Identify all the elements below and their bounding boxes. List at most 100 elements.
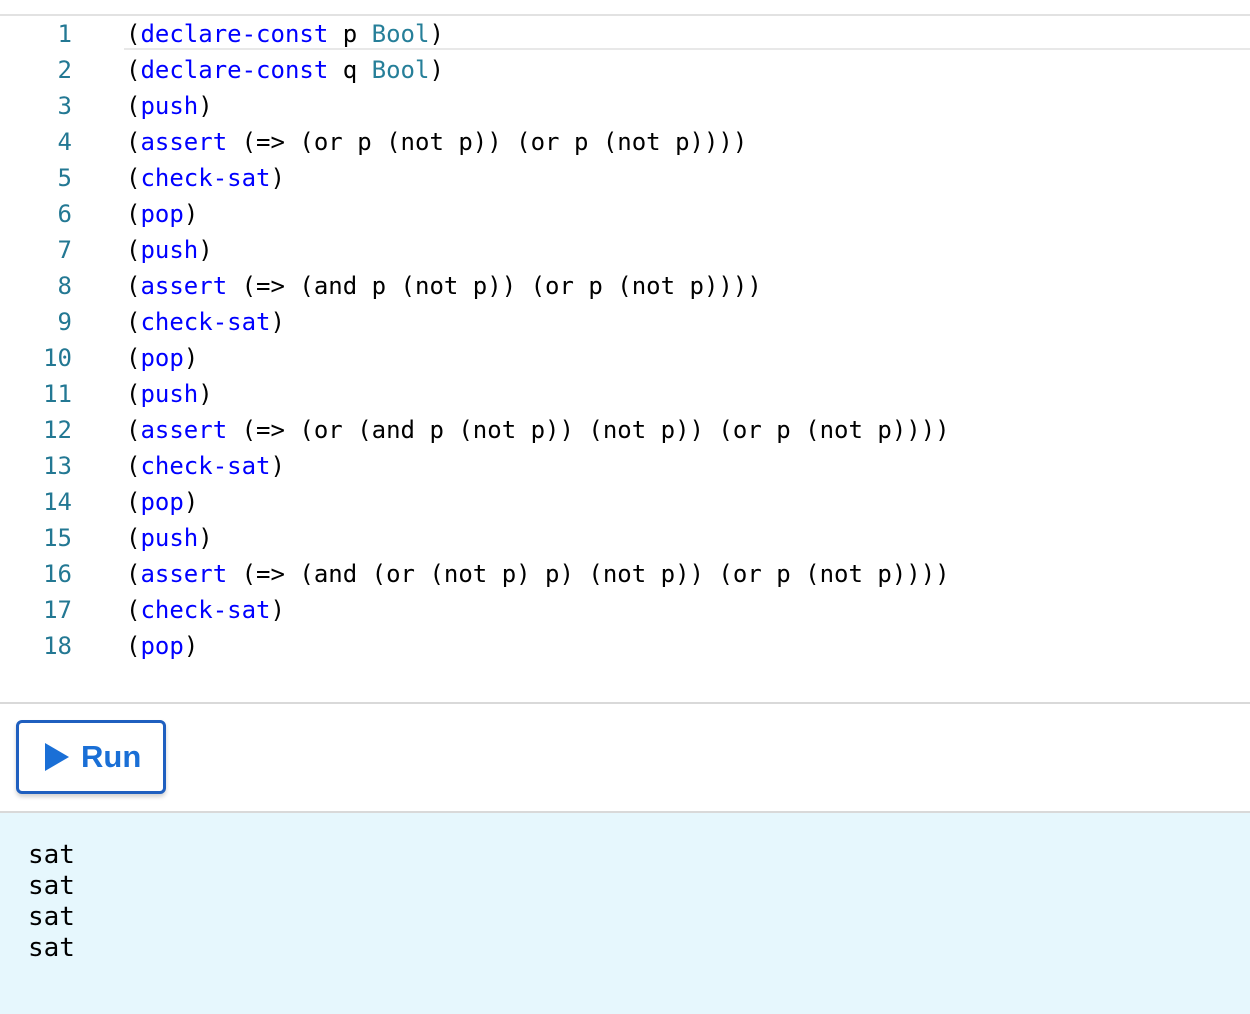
output-line: sat — [28, 871, 75, 901]
line-number: 15 — [43, 524, 72, 552]
line-code: (pop) — [126, 484, 198, 520]
editor-divider — [0, 702, 1250, 704]
code-line[interactable]: 12 (assert (=> (or (and p (not p)) (not p… — [0, 412, 1250, 448]
code-token: ) — [198, 92, 213, 120]
code-token: (=> (and (or (not p) p) (not p)) (or p (… — [227, 560, 950, 588]
code-token: ) — [183, 632, 199, 660]
keyword-token: pop — [140, 200, 184, 228]
line-number: 10 — [43, 344, 72, 372]
line-code: (check-sat) — [126, 304, 285, 340]
code-line[interactable]: 11 (push) — [0, 376, 1250, 412]
line-code: (pop) — [126, 196, 198, 232]
code-token: ) — [198, 524, 213, 552]
keyword-token: declare-const — [140, 20, 329, 48]
code-token: (=> (or (and p (not p)) (not p)) (or p (… — [227, 416, 950, 444]
code-token: ( — [126, 380, 141, 408]
output-line: sat — [28, 840, 75, 870]
keyword-token: pop — [140, 488, 184, 516]
code-token: ( — [126, 596, 141, 624]
code-line[interactable]: 9 (check-sat) — [0, 304, 1250, 340]
output-panel: sat sat sat sat — [0, 813, 1250, 1014]
line-code: (push) — [126, 376, 213, 412]
line-number: 6 — [57, 200, 72, 228]
code-token: ( — [126, 236, 141, 264]
line-number: 18 — [43, 632, 72, 660]
code-line[interactable]: 17 (check-sat) — [0, 592, 1250, 628]
line-number: 13 — [43, 452, 72, 480]
line-number: 14 — [43, 488, 72, 516]
code-line[interactable]: 15 (push) — [0, 520, 1250, 556]
code-token: ( — [126, 164, 141, 192]
type-token: Bool — [371, 20, 430, 48]
run-button[interactable]: Run — [16, 720, 166, 794]
code-token: ) — [183, 200, 199, 228]
keyword-token: check-sat — [140, 452, 271, 480]
code-token: ( — [126, 524, 141, 552]
output-line: sat — [28, 933, 75, 963]
code-line[interactable]: 5 (check-sat) — [0, 160, 1250, 196]
line-number: 1 — [57, 20, 72, 48]
code-token: ) — [270, 452, 285, 480]
code-line[interactable]: 4 (assert (=> (or p (not p)) (or p (not p… — [0, 124, 1250, 160]
line-code: (assert (=> (and (or (not p) p) (not p))… — [126, 556, 950, 592]
run-button-label: Run — [81, 739, 142, 774]
code-line[interactable]: 7 (push) — [0, 232, 1250, 268]
type-token: Bool — [371, 56, 430, 84]
code-line[interactable]: 16 (assert (=> (and (or (not p) p) (not p… — [0, 556, 1250, 592]
keyword-token: assert — [140, 416, 228, 444]
line-code: (check-sat) — [126, 592, 285, 628]
keyword-token: push — [140, 92, 199, 120]
line-number: 12 — [43, 416, 72, 444]
keyword-token: check-sat — [140, 596, 271, 624]
keyword-token: pop — [140, 632, 184, 660]
line-code: (pop) — [126, 340, 198, 376]
code-token: ( — [126, 416, 141, 444]
line-code: (assert (=> (or (and p (not p)) (not p))… — [126, 412, 950, 448]
code-token: ) — [270, 308, 285, 336]
code-line[interactable]: 2 (declare-const q Bool) — [0, 52, 1250, 88]
line-number: 16 — [43, 560, 72, 588]
line-code: (check-sat) — [126, 160, 285, 196]
keyword-token: push — [140, 524, 199, 552]
line-number: 9 — [57, 308, 72, 336]
code-token: ( — [126, 56, 141, 84]
keyword-token: push — [140, 380, 199, 408]
output-line: sat — [28, 902, 75, 932]
keyword-token: declare-const — [140, 56, 329, 84]
line-code: (push) — [126, 232, 213, 268]
line-code: (assert (=> (and p (not p)) (or p (not p… — [126, 268, 762, 304]
line-code: (check-sat) — [126, 448, 285, 484]
code-line[interactable]: 6 (pop) — [0, 196, 1250, 232]
keyword-token: check-sat — [140, 164, 271, 192]
code-token: ( — [126, 20, 141, 48]
code-line[interactable]: 10 (pop) — [0, 340, 1250, 376]
code-token: ) — [183, 488, 199, 516]
code-token: ) — [429, 56, 444, 84]
code-line[interactable]: 18 (pop) — [0, 628, 1250, 664]
code-token: ) — [270, 164, 285, 192]
keyword-token: assert — [140, 560, 228, 588]
line-number: 3 — [57, 92, 72, 120]
line-number: 2 — [57, 56, 72, 84]
play-icon — [45, 743, 69, 771]
line-number: 8 — [57, 272, 72, 300]
code-token: ( — [126, 92, 141, 120]
keyword-token: assert — [140, 272, 228, 300]
keyword-token: push — [140, 236, 199, 264]
line-code: (pop) — [126, 628, 198, 664]
code-line[interactable]: 1 (declare-const p Bool) — [0, 16, 1250, 52]
code-line[interactable]: 14 (pop) — [0, 484, 1250, 520]
line-number: 17 — [43, 596, 72, 624]
code-token: (=> (and p (not p)) (or p (not p)))) — [227, 272, 762, 300]
code-line[interactable]: 3 (push) — [0, 88, 1250, 124]
code-token: q — [328, 56, 372, 84]
code-token: ( — [126, 128, 141, 156]
code-token: ( — [126, 200, 141, 228]
code-line[interactable]: 13 (check-sat) — [0, 448, 1250, 484]
code-line[interactable]: 8 (assert (=> (and p (not p)) (or p (not … — [0, 268, 1250, 304]
line-number: 11 — [43, 380, 72, 408]
code-token: ( — [126, 452, 141, 480]
code-editor[interactable]: 1 (declare-const p Bool) 2 (declare-const q… — [0, 16, 1250, 702]
line-code: (assert (=> (or p (not p)) (or p (not p)… — [126, 124, 747, 160]
code-token: ( — [126, 632, 141, 660]
